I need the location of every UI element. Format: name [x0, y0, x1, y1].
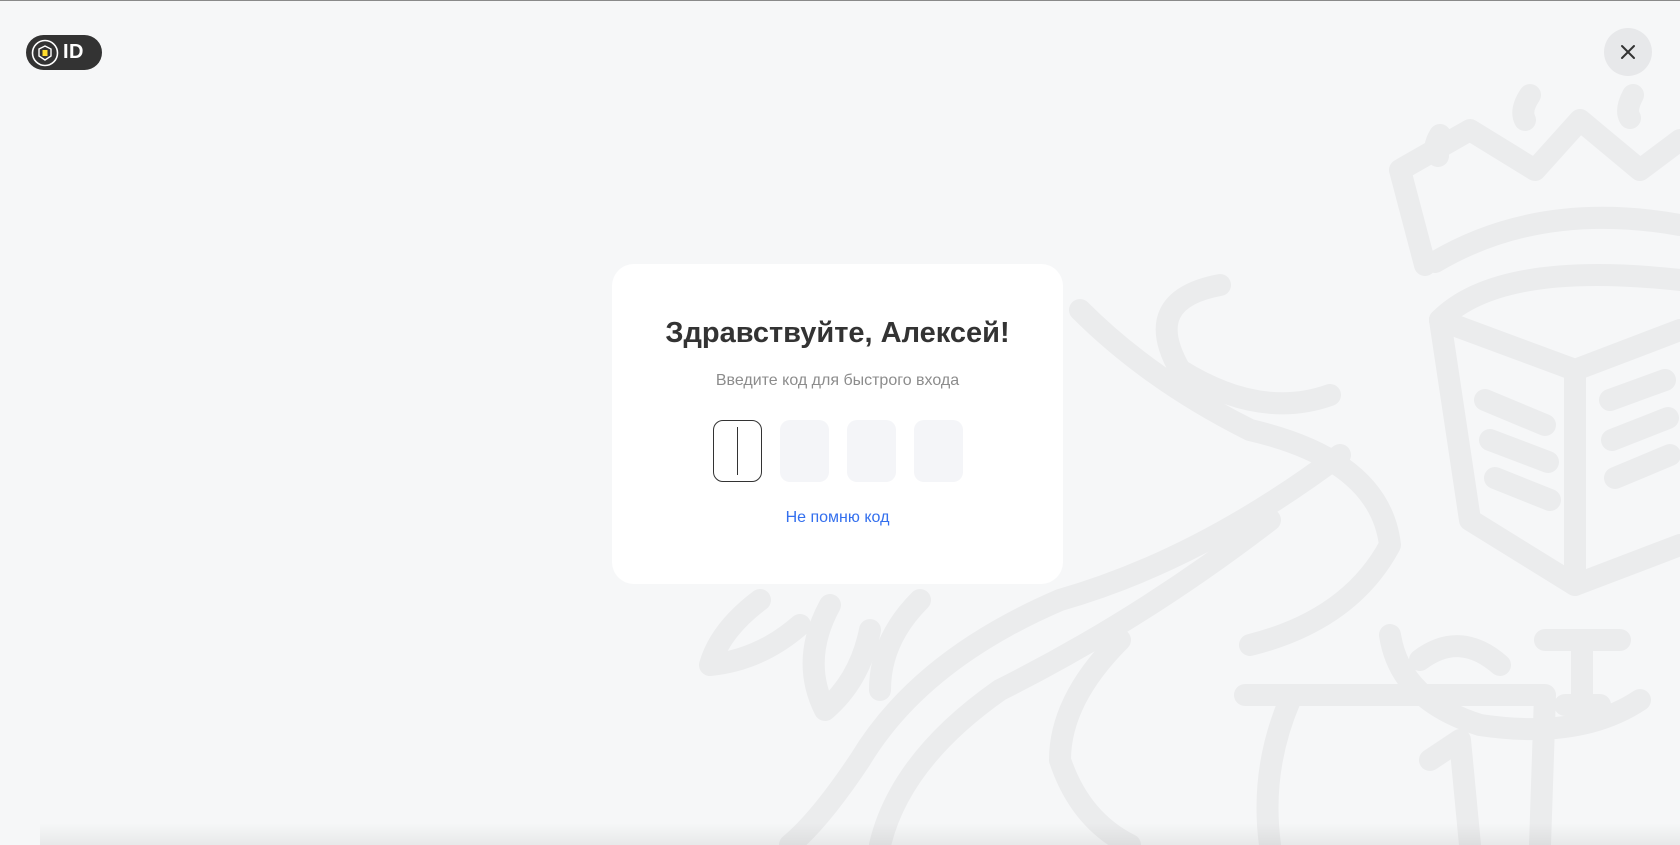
pin-login-card: Здравствуйте, Алексей! Введите код для б…: [612, 264, 1063, 584]
pin-digit-4[interactable]: [914, 420, 963, 482]
pin-code-input: [713, 420, 963, 482]
forgot-code-link[interactable]: Не помню код: [612, 509, 1063, 527]
pin-digit-2[interactable]: [780, 420, 829, 482]
pin-digit-1[interactable]: [713, 420, 762, 482]
close-icon: [1621, 45, 1635, 59]
bottom-edge-shadow: [40, 823, 1680, 845]
window-top-border: [0, 0, 1680, 1]
greeting-title: Здравствуйте, Алексей!: [665, 317, 1010, 349]
pin-instruction: Введите код для быстрого входа: [715, 372, 960, 389]
close-button[interactable]: [1604, 28, 1652, 76]
text-caret: [736, 427, 739, 475]
login-page: ID Здравствуйте, Алексей! Введите код дл…: [0, 0, 1680, 845]
pin-digit-3[interactable]: [847, 420, 896, 482]
coat-of-arms-icon: [30, 38, 60, 68]
logo-id-text: ID: [63, 41, 84, 63]
id-logo[interactable]: ID: [26, 35, 102, 70]
